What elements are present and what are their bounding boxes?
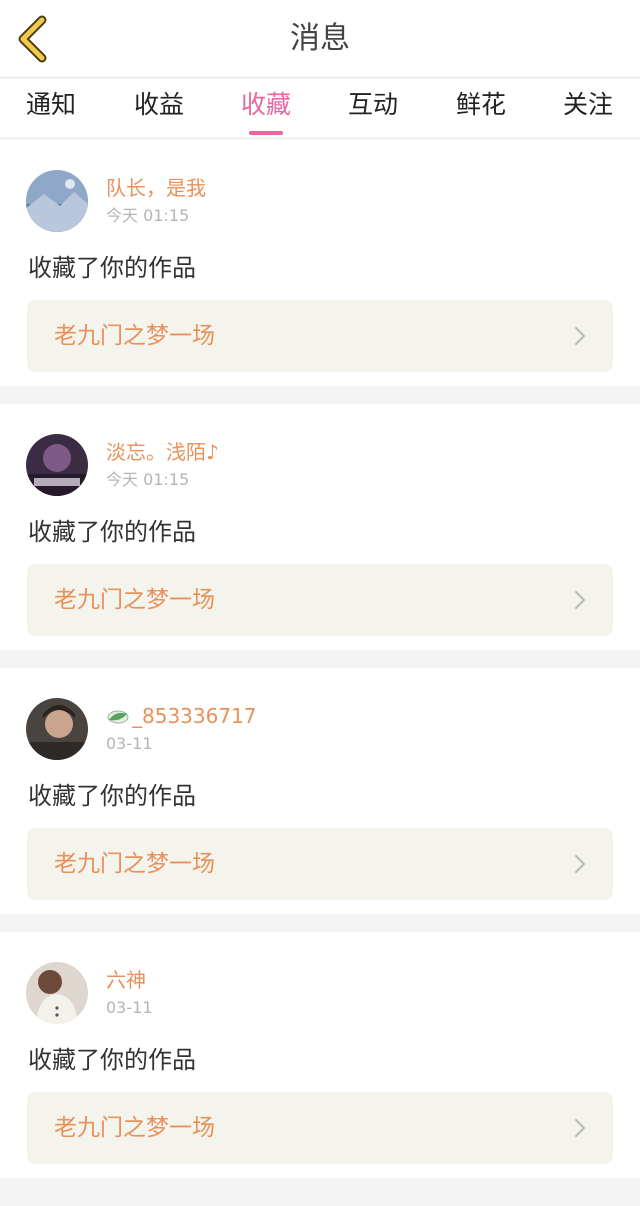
- action-text: 收藏了你的作品: [28, 254, 196, 282]
- chevron-right-icon: [574, 1118, 586, 1138]
- timestamp: 03-11: [106, 998, 153, 1017]
- tab-interactions[interactable]: 互动: [333, 85, 413, 137]
- tab-earnings[interactable]: 收益: [119, 85, 199, 137]
- timestamp: 今天 01:15: [106, 470, 190, 489]
- work-link[interactable]: 老九门之梦一场: [27, 1092, 613, 1164]
- message-card: 淡忘。浅陌♪ 今天 01:15 收藏了你的作品 老九门之梦一场: [0, 404, 640, 650]
- work-title: 老九门之梦一场: [54, 587, 215, 613]
- username[interactable]: _853336717: [106, 704, 257, 728]
- work-title: 老九门之梦一场: [54, 1115, 215, 1141]
- leaf-icon: [107, 710, 129, 724]
- work-link[interactable]: 老九门之梦一场: [27, 564, 613, 636]
- timestamp: 03-11: [106, 734, 153, 753]
- tab-notifications[interactable]: 通知: [11, 85, 91, 137]
- action-text: 收藏了你的作品: [28, 518, 196, 546]
- work-title: 老九门之梦一场: [54, 323, 215, 349]
- username[interactable]: 六神: [106, 968, 146, 992]
- message-card: _853336717 03-11 收藏了你的作品 老九门之梦一场: [0, 668, 640, 914]
- work-link[interactable]: 老九门之梦一场: [27, 828, 613, 900]
- action-text: 收藏了你的作品: [28, 782, 196, 810]
- username[interactable]: 队长，是我: [106, 176, 206, 200]
- timestamp: 今天 01:15: [106, 206, 190, 225]
- tab-bar: 通知 收益 收藏 互动 鲜花 关注: [0, 79, 640, 137]
- avatar[interactable]: [26, 170, 88, 232]
- page-title: 消息: [290, 21, 350, 56]
- chevron-right-icon: [574, 854, 586, 874]
- chevron-right-icon: [574, 326, 586, 346]
- tab-favorites-label: 收藏: [240, 90, 291, 119]
- avatar[interactable]: [26, 434, 88, 496]
- avatar[interactable]: [26, 698, 88, 760]
- top-bar: 消息: [0, 0, 640, 78]
- message-card: 队长，是我 今天 01:15 收藏了你的作品 老九门之梦一场: [0, 140, 640, 386]
- tab-favorites[interactable]: 收藏: [226, 85, 306, 137]
- work-link[interactable]: 老九门之梦一场: [27, 300, 613, 372]
- message-card: 六神 03-11 收藏了你的作品 老九门之梦一场: [0, 932, 640, 1178]
- tab-flowers[interactable]: 鲜花: [441, 85, 521, 137]
- work-title: 老九门之梦一场: [54, 851, 215, 877]
- action-text: 收藏了你的作品: [28, 1046, 196, 1074]
- username-text: _853336717: [132, 704, 257, 728]
- chevron-right-icon: [574, 590, 586, 610]
- avatar[interactable]: [26, 962, 88, 1024]
- active-tab-indicator: [249, 131, 283, 135]
- username[interactable]: 淡忘。浅陌♪: [106, 440, 219, 464]
- tab-follows[interactable]: 关注: [548, 85, 628, 137]
